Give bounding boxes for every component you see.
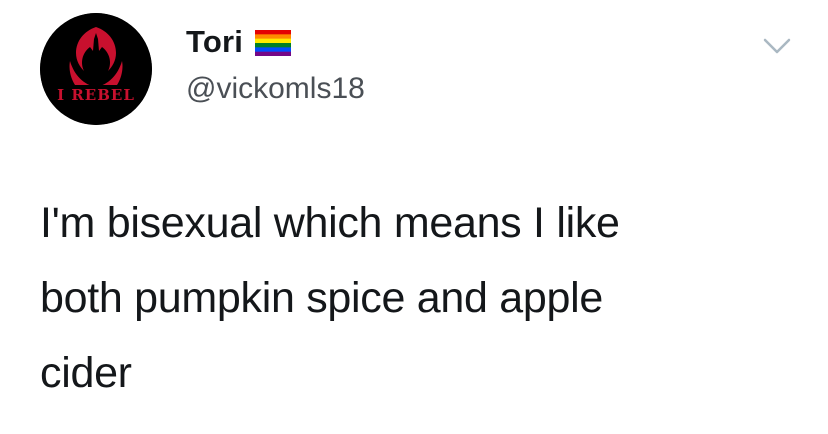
svg-text:I REBEL: I REBEL — [57, 86, 135, 104]
flag-stripe — [255, 34, 292, 39]
tweet-text-line: I'm bisexual which means I like — [40, 199, 620, 247]
tweet-text-line: both pumpkin spice and apple — [40, 274, 603, 322]
chevron-down-icon[interactable] — [762, 36, 792, 56]
avatar[interactable]: I REBEL — [40, 13, 152, 125]
rainbow-flag-icon — [255, 30, 292, 57]
flag-stripe — [255, 30, 292, 35]
tweet-card: I REBEL Tori @vickomls18 I'm bisexual wh… — [0, 0, 828, 434]
flag-stripe — [255, 43, 292, 48]
display-name[interactable]: Tori — [186, 24, 243, 60]
user-handle[interactable]: @vickomls18 — [186, 72, 365, 106]
user-name-row: Tori — [186, 24, 292, 60]
flag-stripe — [255, 47, 292, 52]
flag-stripe — [255, 51, 292, 57]
tweet-text: I'm bisexual which means I like both pum… — [40, 186, 780, 411]
flag-stripe — [255, 38, 292, 44]
tweet-text-line: cider — [40, 349, 132, 397]
rebel-emblem-icon: I REBEL — [40, 13, 152, 125]
